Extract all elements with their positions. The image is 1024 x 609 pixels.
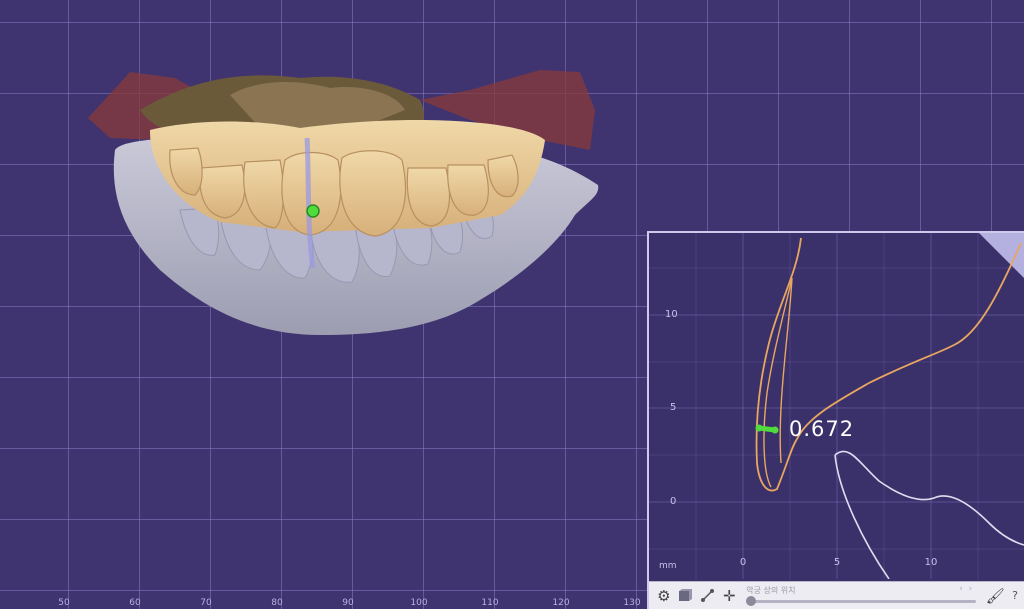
axis-tick-label: 100 bbox=[410, 598, 428, 608]
measurement-marker[interactable] bbox=[755, 424, 779, 434]
slider-track[interactable] bbox=[746, 599, 977, 603]
gear-icon: ⚙ bbox=[657, 586, 671, 605]
slider-arrows: ‹ › bbox=[959, 584, 972, 594]
section-toolbar: ⚙ ✛ 악궁 상의 위치 ‹ › 🖌 ? bbox=[649, 581, 1024, 609]
crown-outline-curve bbox=[755, 237, 1022, 492]
x-tick-label: 5 bbox=[833, 557, 841, 568]
measure-icon bbox=[701, 589, 715, 602]
cross-section-plot bbox=[649, 233, 1024, 579]
brush-tool-button[interactable]: 🖌 bbox=[984, 585, 1006, 607]
inner-outline-curve bbox=[763, 277, 793, 488]
y-tick-label: 0 bbox=[670, 496, 677, 507]
arch-position-slider[interactable]: 악궁 상의 위치 ‹ › bbox=[746, 584, 977, 608]
axis-tick-label: 90 bbox=[342, 598, 354, 608]
axis-tick-label: 80 bbox=[271, 598, 283, 608]
y-tick-label: 5 bbox=[670, 402, 677, 413]
axis-tick-label: 70 bbox=[200, 598, 212, 608]
settings-button[interactable]: ⚙ bbox=[653, 585, 675, 607]
axis-tick-label: 110 bbox=[481, 598, 499, 608]
thickness-measurement: 0.672 bbox=[789, 417, 855, 441]
section-view-button[interactable] bbox=[675, 585, 697, 607]
corner-indicator bbox=[979, 233, 1024, 278]
next-arrow-button[interactable]: › bbox=[969, 584, 973, 594]
section-view-icon bbox=[679, 589, 693, 601]
y-tick-label: 10 bbox=[665, 309, 678, 320]
x-tick-label: 10 bbox=[924, 557, 938, 568]
axis-tick-label: 120 bbox=[552, 598, 570, 608]
prev-arrow-button[interactable]: ‹ bbox=[959, 584, 963, 594]
point-tool-button[interactable]: ✛ bbox=[718, 585, 740, 607]
slider-label: 악궁 상의 위치 bbox=[746, 585, 796, 595]
measure-tool-button[interactable] bbox=[697, 585, 719, 607]
help-button[interactable]: ? bbox=[1006, 589, 1024, 602]
brush-icon: 🖌 bbox=[985, 586, 1005, 605]
section-point-marker[interactable] bbox=[306, 204, 320, 218]
axis-tick-label: 50 bbox=[58, 598, 70, 608]
axis-tick-label: 130 bbox=[623, 598, 641, 608]
x-tick-label: 0 bbox=[739, 557, 747, 568]
cross-section-panel[interactable]: 10 5 0 0 5 10 mm 0.672 ⚙ ✛ 악궁 상의 위치 ‹ › bbox=[647, 231, 1024, 609]
slider-thumb[interactable] bbox=[746, 595, 757, 606]
crosshair-icon: ✛ bbox=[723, 586, 736, 605]
axis-tick-label: 60 bbox=[129, 598, 141, 608]
unit-label: mm bbox=[659, 561, 677, 571]
